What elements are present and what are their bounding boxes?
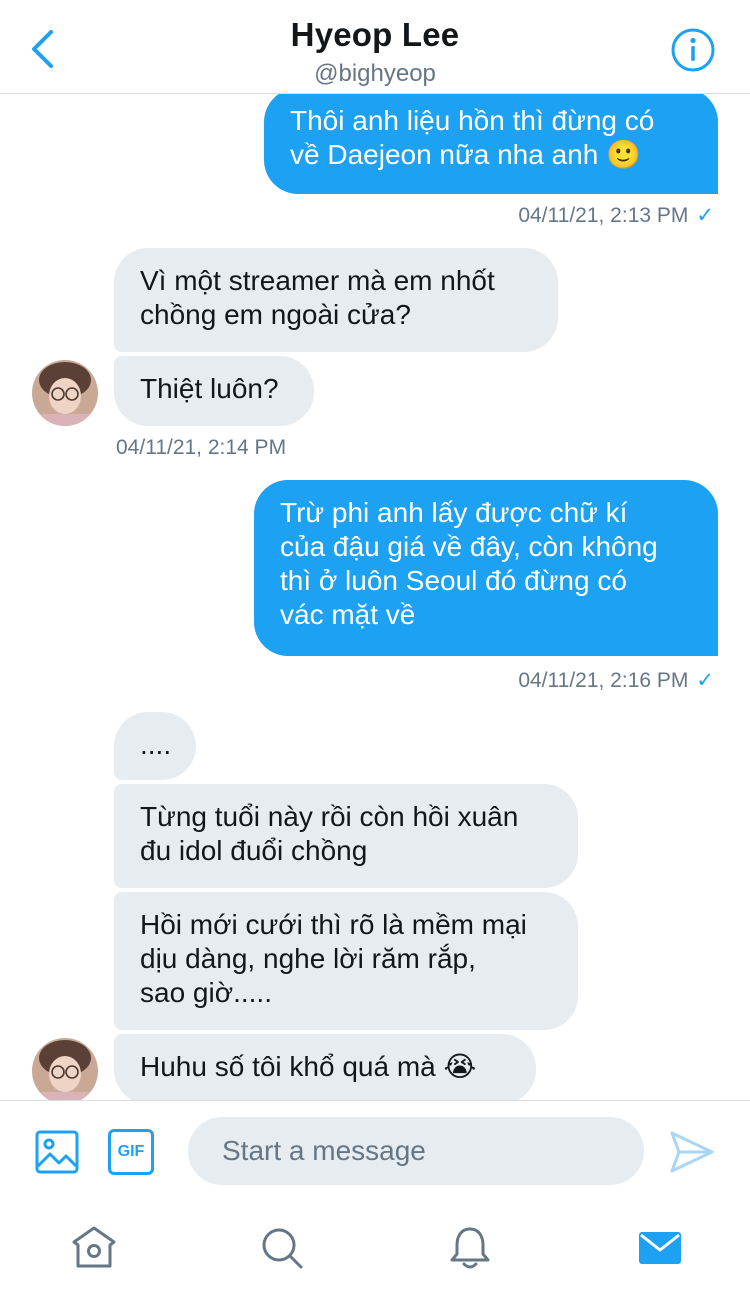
message-bubble-incoming[interactable]: Từng tuổi này rồi còn hồi xuân đu idol đ… <box>114 784 578 888</box>
timestamp-text: 04/11/21, 2:16 PM <box>518 669 689 692</box>
info-button[interactable] <box>670 27 716 73</box>
message-timestamp: 04/11/21, 2:13 PM ✓ <box>518 203 714 228</box>
message-input[interactable] <box>188 1117 644 1185</box>
message-line: Vì một streamer mà em nhốt <box>140 265 495 296</box>
avatar-photo <box>32 360 98 426</box>
message-line: sao giờ..... <box>140 977 272 1008</box>
send-button[interactable] <box>668 1129 716 1175</box>
info-icon <box>671 28 715 72</box>
gif-button[interactable]: GIF <box>108 1129 154 1175</box>
message-line: Thiệt luôn? <box>140 373 279 404</box>
add-image-button[interactable] <box>34 1129 80 1175</box>
message-bubble-outgoing[interactable]: Thôi anh liệu hồn thì đừng có về Daejeon… <box>264 94 718 194</box>
send-icon <box>670 1131 714 1173</box>
tab-search[interactable] <box>258 1224 306 1272</box>
message-line: Thôi anh liệu hồn thì đừng có <box>290 105 655 136</box>
message-line: Từng tuổi này rồi còn hồi xuân <box>140 801 519 832</box>
avatar[interactable] <box>32 1038 98 1100</box>
tab-notifications[interactable] <box>446 1224 494 1272</box>
search-icon <box>262 1228 303 1269</box>
conversation-handle: @bighyeop <box>314 60 436 87</box>
message-bubble-incoming[interactable]: Hồi mới cưới thì rõ là mềm mại dịu dàng,… <box>114 892 578 1030</box>
message-line: về Daejeon nữa nha anh 🙂 <box>290 139 641 170</box>
conversation-title-block[interactable]: Hyeop Lee @bighyeop <box>0 16 750 88</box>
home-icon <box>72 1226 116 1268</box>
message-list[interactable]: Thôi anh liệu hồn thì đừng có về Daejeon… <box>0 94 750 1100</box>
conversation-title: Hyeop Lee <box>290 16 460 53</box>
message-line: Huhu số tôi khổ quá mà 😭 <box>140 1051 477 1082</box>
message-line: thì ở luôn Seoul đó đừng có <box>280 565 627 596</box>
tab-messages[interactable] <box>636 1224 684 1272</box>
bell-icon <box>450 1227 490 1269</box>
message-bubble-incoming[interactable]: Thiệt luôn? <box>114 356 314 426</box>
avatar-photo <box>32 1038 98 1100</box>
message-line: .... <box>140 729 172 760</box>
message-line: dịu dàng, nghe lời răm rắp, <box>140 943 476 974</box>
message-line: Trừ phi anh lấy được chữ kí <box>280 497 628 528</box>
conversation-header: Hyeop Lee @bighyeop <box>0 0 750 94</box>
message-line: đu idol đuổi chồng <box>140 835 368 866</box>
read-check-icon: ✓ <box>696 204 714 227</box>
tab-home[interactable] <box>70 1224 118 1272</box>
bottom-tab-bar <box>0 1200 750 1299</box>
message-bubble-outgoing[interactable]: Trừ phi anh lấy được chữ kí của đậu giá … <box>254 480 718 656</box>
timestamp-text: 04/11/21, 2:13 PM <box>518 204 689 227</box>
read-check-icon: ✓ <box>696 669 714 692</box>
message-bubble-incoming[interactable]: .... <box>114 712 196 780</box>
message-timestamp: 04/11/21, 2:16 PM ✓ <box>518 668 714 693</box>
message-timestamp: 04/11/21, 2:14 PM <box>116 436 286 460</box>
message-line: của đậu giá về đây, còn không <box>280 531 658 562</box>
message-line: vác mặt về <box>280 599 416 630</box>
gif-label: GIF <box>117 1143 145 1160</box>
message-line: Hồi mới cưới thì rõ là mềm mại <box>140 909 527 940</box>
message-line: chồng em ngoài cửa? <box>140 299 411 330</box>
image-icon <box>35 1130 79 1174</box>
message-bubble-incoming[interactable]: Huhu số tôi khổ quá mà 😭 <box>114 1034 536 1100</box>
timestamp-text: 04/11/21, 2:14 PM <box>116 436 287 459</box>
mail-icon <box>639 1232 681 1264</box>
message-composer: GIF <box>0 1100 750 1200</box>
avatar[interactable] <box>32 360 98 426</box>
message-bubble-incoming[interactable]: Vì một streamer mà em nhốt chồng em ngoà… <box>114 248 558 352</box>
